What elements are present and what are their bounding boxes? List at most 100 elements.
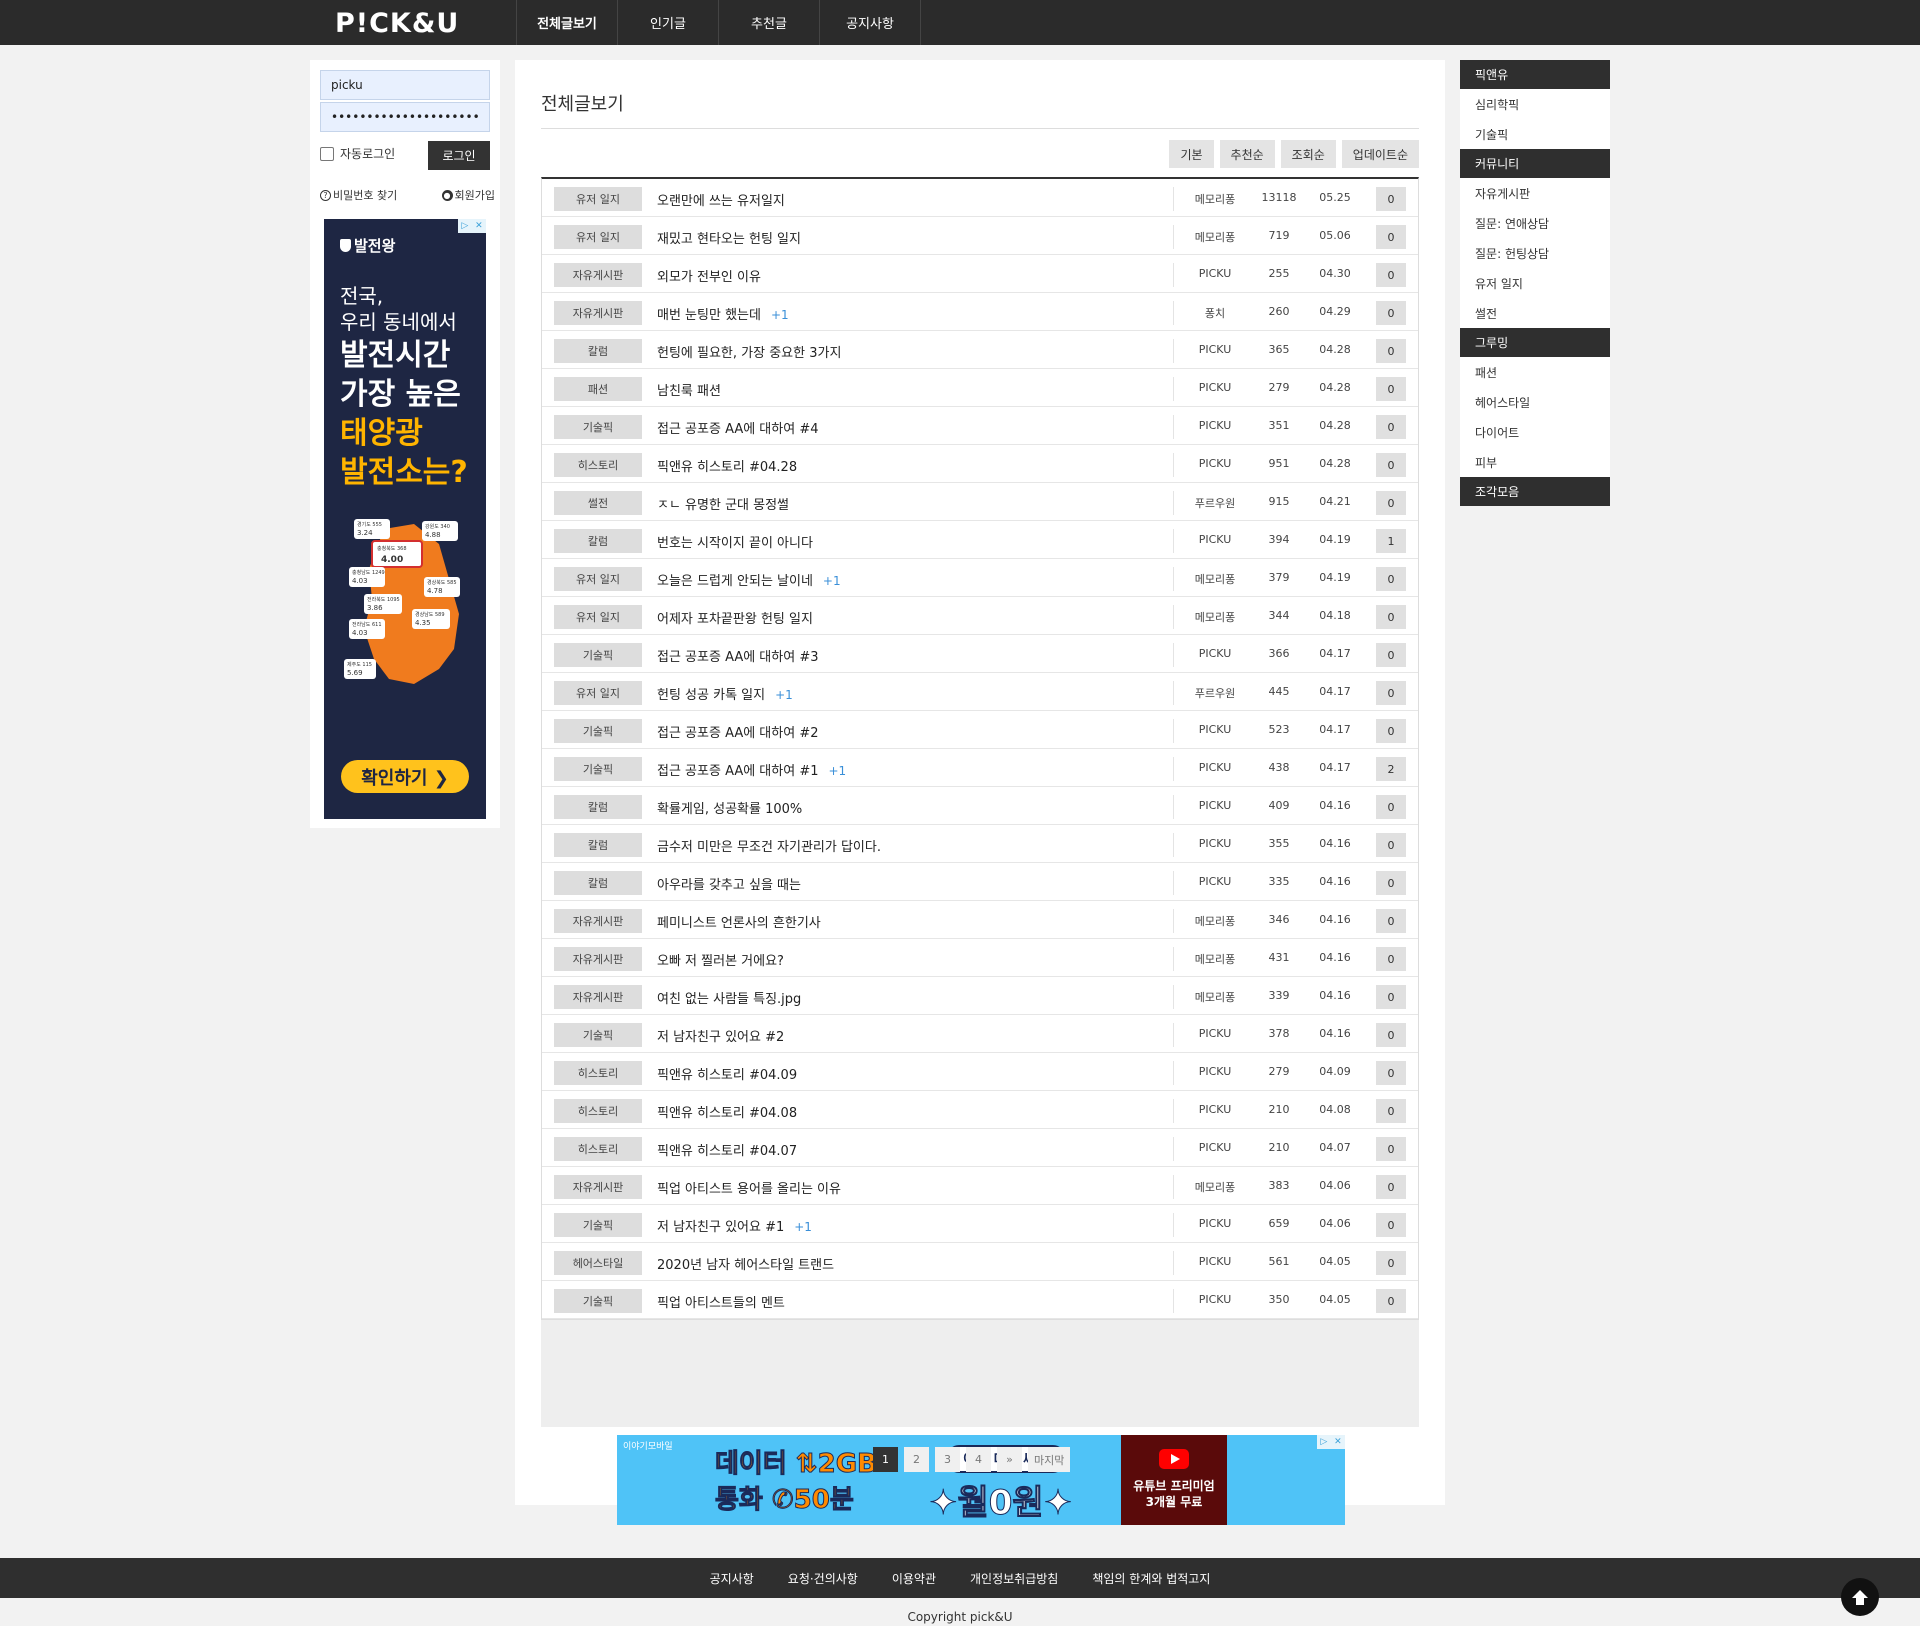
post-category[interactable]: 히스토리 (554, 1061, 642, 1085)
post-title[interactable]: 어제자 포차끝판왕 헌팅 일지 (657, 608, 823, 627)
post-category[interactable]: 칼럼 (554, 529, 642, 553)
post-author[interactable]: PICKU (1176, 1103, 1254, 1116)
post-title[interactable]: 접근 공포증 AA에 대하여 #3 (657, 646, 828, 665)
post-category[interactable]: 기술픽 (554, 415, 642, 439)
post-author[interactable]: PICKU (1176, 1027, 1254, 1040)
menu-item[interactable]: 패션 (1460, 357, 1610, 387)
post-author[interactable]: 퐁치 (1176, 305, 1254, 321)
table-row[interactable]: 기술픽 접근 공포증 AA에 대하여 #4 PICKU 351 04.28 0 (542, 407, 1418, 445)
table-row[interactable]: 유저 일지 오늘은 드럽게 안되는 날이네 +1 메모리퐁 379 04.19 0 (542, 559, 1418, 597)
menu-item[interactable]: 질문: 연애상담 (1460, 208, 1610, 238)
post-title[interactable]: 픽앤유 히스토리 #04.07 (657, 1140, 807, 1159)
post-title[interactable]: 여친 없는 사람들 특징.jpg (657, 988, 811, 1007)
sort-tab-recommend[interactable]: 추천순 (1219, 140, 1275, 168)
post-title[interactable]: 픽업 아티스트들의 멘트 (657, 1292, 795, 1311)
menu-item[interactable]: 다이어트 (1460, 417, 1610, 447)
auto-login[interactable]: 자동로그인 (320, 145, 395, 162)
page-3[interactable]: 3 (935, 1447, 960, 1472)
post-author[interactable]: 메모리퐁 (1176, 989, 1254, 1005)
post-category[interactable]: 자유게시판 (554, 947, 642, 971)
post-category[interactable]: 기술픽 (554, 643, 642, 667)
post-title[interactable]: 외모가 전부인 이유 (657, 266, 771, 285)
post-author[interactable]: PICKU (1176, 1141, 1254, 1154)
menu-section-header[interactable]: 조각모음 (1460, 477, 1610, 506)
post-author[interactable]: 푸르우원 (1176, 495, 1254, 511)
table-row[interactable]: 기술픽 픽업 아티스트들의 멘트 PICKU 350 04.05 0 (542, 1281, 1418, 1319)
post-category[interactable]: 유저 일지 (554, 681, 642, 705)
post-author[interactable]: PICKU (1176, 457, 1254, 470)
table-row[interactable]: 자유게시판 오빠 저 찔러본 거에요? 메모리퐁 431 04.16 0 (542, 939, 1418, 977)
post-category[interactable]: 히스토리 (554, 1137, 642, 1161)
post-title[interactable]: 저 남자친구 있어요 #1 +1 (657, 1216, 812, 1235)
username-input[interactable] (320, 70, 490, 100)
table-row[interactable]: 유저 일지 헌팅 성공 카톡 일지 +1 푸르우원 445 04.17 0 (542, 673, 1418, 711)
ad-cta-button[interactable]: 확인하기 ❯ (341, 760, 469, 793)
table-row[interactable]: 기술픽 접근 공포증 AA에 대하여 #3 PICKU 366 04.17 0 (542, 635, 1418, 673)
page-next[interactable]: » (997, 1447, 1022, 1472)
table-row[interactable]: 칼럼 금수저 미만은 무조건 자기관리가 답이다. PICKU 355 04.16 0 (542, 825, 1418, 863)
post-category[interactable]: 자유게시판 (554, 909, 642, 933)
post-title[interactable]: 저 남자친구 있어요 #2 (657, 1026, 794, 1045)
post-author[interactable]: PICKU (1176, 1293, 1254, 1306)
page-last[interactable]: 마지막 (1028, 1447, 1071, 1472)
post-category[interactable]: 칼럼 (554, 795, 642, 819)
post-title[interactable]: 재밌고 현타오는 헌팅 일지 (657, 228, 811, 247)
post-category[interactable]: 히스토리 (554, 1099, 642, 1123)
menu-section-header[interactable]: 커뮤니티 (1460, 149, 1610, 178)
login-button[interactable]: 로그인 (428, 141, 490, 170)
post-author[interactable]: PICKU (1176, 1065, 1254, 1078)
post-author[interactable]: 메모리퐁 (1176, 609, 1254, 625)
table-row[interactable]: 자유게시판 페미니스트 언론사의 흔한기사 메모리퐁 346 04.16 0 (542, 901, 1418, 939)
post-category[interactable]: 자유게시판 (554, 263, 642, 287)
menu-section-header[interactable]: 픽앤유 (1460, 60, 1610, 89)
menu-item[interactable]: 유저 일지 (1460, 268, 1610, 298)
post-category[interactable]: 자유게시판 (554, 1175, 642, 1199)
nav-notice[interactable]: 공지사항 (820, 0, 921, 45)
table-row[interactable]: 헤어스타일 2020년 남자 헤어스타일 트랜드 PICKU 561 04.05 0 (542, 1243, 1418, 1281)
post-category[interactable]: 칼럼 (554, 833, 642, 857)
post-title[interactable]: 헌팅에 필요한, 가장 중요한 3가지 (657, 342, 851, 361)
sort-tab-views[interactable]: 조회순 (1280, 140, 1336, 168)
adchoices-icon[interactable]: ▷ ✕ (458, 219, 486, 233)
menu-item[interactable]: 썰전 (1460, 298, 1610, 328)
table-row[interactable]: 유저 일지 어제자 포차끝판왕 헌팅 일지 메모리퐁 344 04.18 0 (542, 597, 1418, 635)
post-category[interactable]: 기술픽 (554, 1213, 642, 1237)
post-title[interactable]: 접근 공포증 AA에 대하여 #2 (657, 722, 828, 741)
adchoices-icon[interactable]: ▷ ✕ (1317, 1435, 1345, 1449)
table-row[interactable]: 기술픽 저 남자친구 있어요 #2 PICKU 378 04.16 0 (542, 1015, 1418, 1053)
menu-item[interactable]: 헤어스타일 (1460, 387, 1610, 417)
post-category[interactable]: 기술픽 (554, 1023, 642, 1047)
menu-item[interactable]: 기술픽 (1460, 119, 1610, 149)
scroll-top-button[interactable] (1841, 1578, 1879, 1616)
post-author[interactable]: 메모리퐁 (1176, 1179, 1254, 1195)
nav-all-posts[interactable]: 전체글보기 (517, 0, 618, 45)
menu-item[interactable]: 자유게시판 (1460, 178, 1610, 208)
post-title[interactable]: 픽앤유 히스토리 #04.28 (657, 456, 807, 475)
post-title[interactable]: 접근 공포증 AA에 대하여 #4 (657, 418, 828, 437)
post-category[interactable]: 칼럼 (554, 339, 642, 363)
post-author[interactable]: 푸르우원 (1176, 685, 1254, 701)
table-row[interactable]: 히스토리 픽앤유 히스토리 #04.08 PICKU 210 04.08 0 (542, 1091, 1418, 1129)
menu-item[interactable]: 심리학픽 (1460, 89, 1610, 119)
post-title[interactable]: 오늘은 드럽게 안되는 날이네 +1 (657, 570, 841, 589)
post-category[interactable]: 기술픽 (554, 757, 642, 781)
table-row[interactable]: 썰전 ㅈㄴ 유명한 군대 몽정썰 푸르우원 915 04.21 0 (542, 483, 1418, 521)
post-author[interactable]: 메모리퐁 (1176, 571, 1254, 587)
post-title[interactable]: 접근 공포증 AA에 대하여 #1 +1 (657, 760, 846, 779)
table-row[interactable]: 히스토리 픽앤유 히스토리 #04.28 PICKU 951 04.28 0 (542, 445, 1418, 483)
table-row[interactable]: 칼럼 헌팅에 필요한, 가장 중요한 3가지 PICKU 365 04.28 0 (542, 331, 1418, 369)
table-row[interactable]: 기술픽 접근 공포증 AA에 대하여 #1 +1 PICKU 438 04.17 2 (542, 749, 1418, 787)
post-author[interactable]: PICKU (1176, 723, 1254, 736)
post-category[interactable]: 썰전 (554, 491, 642, 515)
table-row[interactable]: 유저 일지 오랜만에 쓰는 유저일지 메모리퐁 13118 05.25 0 (542, 179, 1418, 217)
auto-login-checkbox[interactable] (320, 146, 334, 161)
footer-link-terms[interactable]: 이용약관 (892, 1570, 936, 1587)
table-row[interactable]: 유저 일지 재밌고 현타오는 헌팅 일지 메모리퐁 719 05.06 0 (542, 217, 1418, 255)
table-row[interactable]: 히스토리 픽앤유 히스토리 #04.09 PICKU 279 04.09 0 (542, 1053, 1418, 1091)
post-author[interactable]: PICKU (1176, 343, 1254, 356)
post-category[interactable]: 패션 (554, 377, 642, 401)
footer-link-privacy[interactable]: 개인정보취급방침 (970, 1570, 1058, 1587)
page-2[interactable]: 2 (904, 1447, 929, 1472)
post-category[interactable]: 헤어스타일 (554, 1251, 642, 1275)
page-4[interactable]: 4 (966, 1447, 991, 1472)
